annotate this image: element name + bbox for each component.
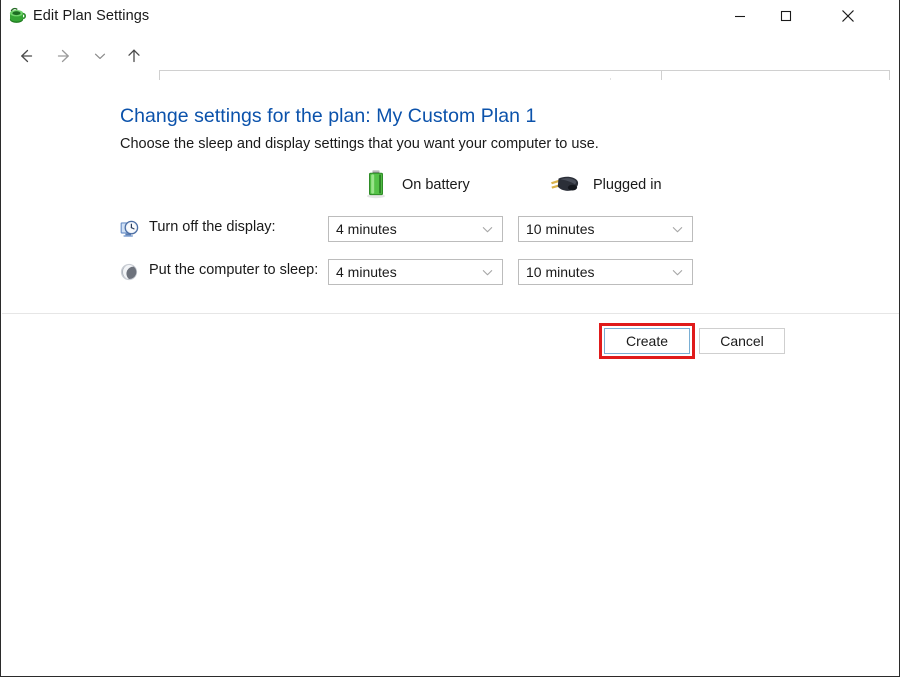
forward-arrow-icon	[55, 47, 73, 65]
dropdown-value: 10 minutes	[526, 221, 594, 237]
sleep-moon-icon	[119, 262, 139, 282]
title-bar: Edit Plan Settings	[1, 0, 900, 32]
chevron-down-icon	[671, 260, 684, 284]
column-label-plugged-in: Plugged in	[593, 177, 662, 193]
dropdown-value: 4 minutes	[336, 264, 397, 280]
window-title: Edit Plan Settings	[33, 8, 149, 24]
minimize-icon	[734, 10, 746, 22]
back-arrow-icon	[17, 47, 35, 65]
minimize-button[interactable]	[717, 0, 763, 32]
maximize-icon	[780, 10, 792, 22]
forward-button[interactable]	[49, 41, 79, 71]
control-panel-window: Edit Plan Settings	[0, 0, 900, 677]
dropdown-sleep-on-battery[interactable]: 4 minutes	[328, 259, 503, 285]
close-button[interactable]	[825, 0, 871, 32]
up-arrow-icon	[125, 47, 143, 65]
setting-label-turn-off-display: Turn off the display:	[149, 219, 276, 235]
power-plan-icon	[7, 6, 27, 26]
display-clock-icon	[119, 219, 139, 239]
create-button[interactable]: Create	[604, 328, 690, 354]
dropdown-sleep-plugged-in[interactable]: 10 minutes	[518, 259, 693, 285]
page-subtitle: Choose the sleep and display settings th…	[120, 136, 599, 152]
chevron-down-icon	[481, 260, 494, 284]
setting-label-sleep: Put the computer to sleep:	[149, 262, 318, 278]
maximize-button[interactable]	[763, 0, 809, 32]
chevron-down-icon	[481, 217, 494, 241]
power-plug-icon	[545, 168, 583, 203]
page-title: Change settings for the plan: My Custom …	[120, 105, 536, 128]
chevron-down-icon	[92, 48, 108, 64]
back-button[interactable]	[11, 41, 41, 71]
chevron-down-icon	[671, 217, 684, 241]
footer-area: Create Cancel	[2, 314, 900, 676]
close-icon	[841, 9, 855, 23]
dropdown-value: 4 minutes	[336, 221, 397, 237]
dropdown-value: 10 minutes	[526, 264, 594, 280]
column-header-plugged-in: Plugged in	[545, 168, 662, 202]
up-button[interactable]	[119, 41, 149, 71]
navigation-toolbar: « Power Options › Edit Plan Settings	[1, 32, 900, 80]
cancel-button[interactable]: Cancel	[699, 328, 785, 354]
dropdown-display-on-battery[interactable]: 4 minutes	[328, 216, 503, 242]
column-label-on-battery: On battery	[402, 177, 470, 193]
recent-locations-button[interactable]	[85, 41, 115, 71]
column-header-on-battery: On battery	[362, 168, 470, 202]
battery-icon	[362, 167, 392, 204]
dropdown-display-plugged-in[interactable]: 10 minutes	[518, 216, 693, 242]
content-area: Change settings for the plan: My Custom …	[2, 80, 900, 313]
